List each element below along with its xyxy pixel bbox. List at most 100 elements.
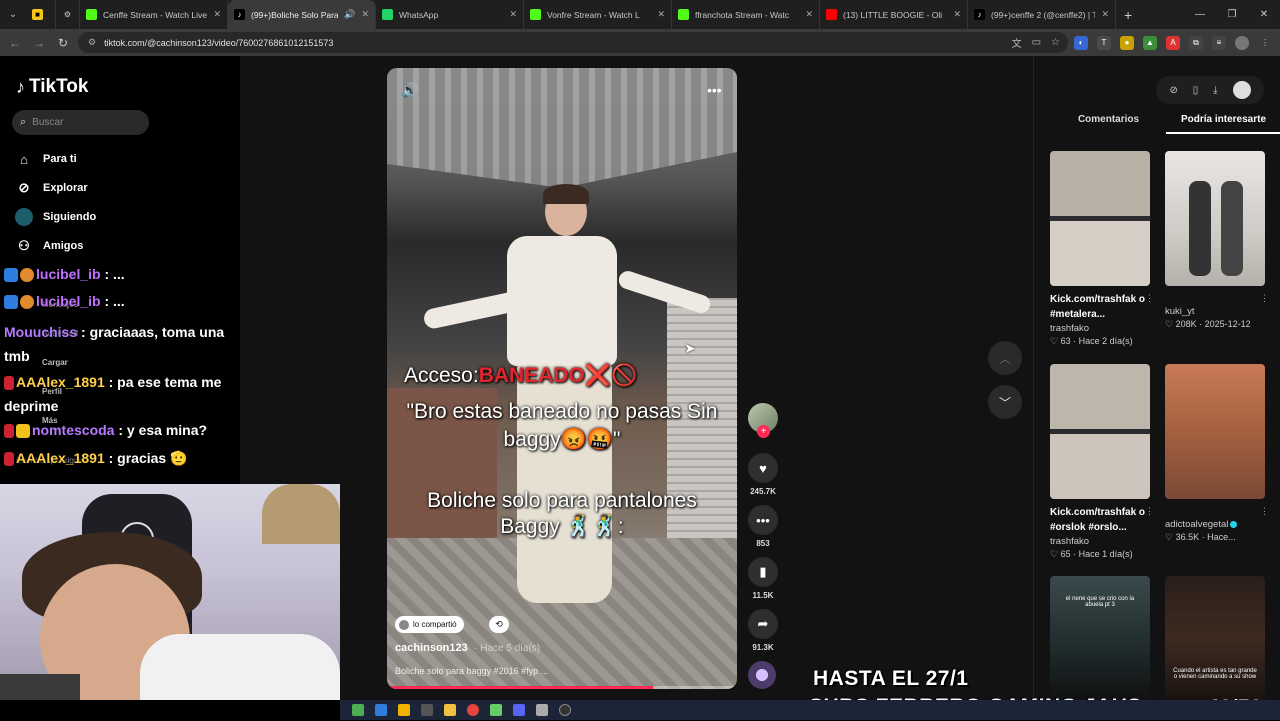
- pinned-tab-2[interactable]: ⚙: [56, 0, 80, 29]
- close-tab-icon[interactable]: ✕: [213, 9, 221, 20]
- tab-podria-interesarte[interactable]: Podría interesarte: [1166, 114, 1280, 134]
- tab-5[interactable]: (13) LITTLE BOOGIE - Oli ✕: [820, 0, 968, 29]
- video-card[interactable]: kuki_yt ⋮ ♡ 208K · 2025-12-12: [1165, 151, 1269, 330]
- save-button[interactable]: ▮ 11.5K: [745, 557, 781, 600]
- tab-0[interactable]: Cenffe Stream - Watch Live o ✕: [80, 0, 228, 29]
- bookmark-star-icon[interactable]: ☆: [1051, 37, 1060, 48]
- like-button[interactable]: ♥ 245.7K: [745, 453, 781, 496]
- card-more-icon[interactable]: ⋮: [1145, 293, 1154, 304]
- repost-icon[interactable]: ⟲: [489, 616, 509, 633]
- music-disc-icon[interactable]: [748, 661, 776, 689]
- close-tab-icon[interactable]: ✕: [509, 9, 517, 20]
- previous-video-icon[interactable]: ︿: [988, 341, 1022, 375]
- sidebar-item-para-ti[interactable]: ⌂ Para ti: [15, 150, 77, 168]
- sidebar-item-explorar[interactable]: ⊘ Explorar: [15, 179, 88, 197]
- forward-icon[interactable]: →: [27, 36, 51, 50]
- video-progress-bar[interactable]: [387, 686, 737, 689]
- tab-3[interactable]: Vonfre Stream - Watch L ✕: [524, 0, 672, 29]
- maximize-icon[interactable]: ❐: [1216, 9, 1248, 20]
- extension-icon[interactable]: ◐: [1074, 35, 1088, 50]
- volume-icon[interactable]: 🔊: [401, 82, 418, 99]
- follow-plus-icon[interactable]: +: [757, 425, 770, 438]
- media-icon[interactable]: ≡: [1212, 35, 1226, 50]
- device-icon[interactable]: ▯: [1193, 85, 1199, 96]
- download-icon[interactable]: ⤓: [1213, 85, 1217, 96]
- video-thumbnail[interactable]: [1050, 364, 1150, 499]
- video-thumbnail[interactable]: [1165, 364, 1265, 499]
- card-author[interactable]: adictoalvegetal: [1165, 519, 1228, 530]
- video-author[interactable]: cachinson123: [395, 642, 468, 654]
- author-avatar[interactable]: +: [748, 403, 778, 438]
- close-tab-icon[interactable]: ✕: [361, 9, 369, 20]
- card-author[interactable]: kuki_yt: [1165, 306, 1265, 317]
- video-card[interactable]: Cuando el artista es tan grande o vienen…: [1165, 576, 1265, 700]
- taskbar-app-icon[interactable]: [421, 704, 433, 716]
- extension-icon[interactable]: ▲: [1143, 35, 1157, 50]
- taskbar-app-icon[interactable]: [536, 704, 548, 716]
- compass-icon[interactable]: ⊘: [1169, 85, 1177, 96]
- card-more-icon[interactable]: ⋮: [1145, 506, 1154, 517]
- card-more-icon[interactable]: ⋮: [1260, 293, 1269, 304]
- close-tab-icon[interactable]: ✕: [1101, 9, 1109, 20]
- new-tab-button[interactable]: +: [1124, 7, 1132, 23]
- taskbar-app-icon[interactable]: [490, 704, 502, 716]
- share-button[interactable]: ➦ 91.3K: [745, 609, 781, 652]
- tab-4[interactable]: ffranchota Stream - Watc ✕: [672, 0, 820, 29]
- card-author-row[interactable]: adictoalvegetal: [1165, 519, 1265, 530]
- pinned-tab[interactable]: ■: [26, 0, 56, 29]
- search-input[interactable]: [32, 117, 133, 128]
- taskbar-app-icon[interactable]: [375, 704, 387, 716]
- taskbar-app-icon[interactable]: [352, 704, 364, 716]
- video-card[interactable]: Kick.com/trashfak o #metalera... ⋮ trash…: [1050, 151, 1154, 347]
- shared-by-chip[interactable]: lo compartió: [395, 616, 464, 633]
- site-info-icon[interactable]: ⚙: [88, 37, 96, 48]
- video-player[interactable]: 🔊 ••• Acceso:BANEADO❌🚫 "Bro estas banead…: [387, 68, 737, 689]
- close-tab-icon[interactable]: ✕: [805, 9, 813, 20]
- video-card[interactable]: el nene que se crio con la abuela pt 3: [1050, 576, 1150, 700]
- more-options-icon[interactable]: •••: [707, 82, 722, 98]
- tab-6[interactable]: ♪ (99+)cenffe 2 (@cenffe2) | Ti ✕: [968, 0, 1116, 29]
- video-thumbnail[interactable]: el nene que se crio con la abuela pt 3: [1050, 576, 1150, 700]
- audio-icon[interactable]: 🔊: [344, 9, 355, 20]
- user-avatar[interactable]: [1232, 81, 1251, 99]
- cast-icon[interactable]: ▭: [1032, 37, 1041, 48]
- card-title[interactable]: Kick.com/trashfak o #orslok #orslo...: [1050, 505, 1150, 535]
- card-author[interactable]: trashfako: [1050, 323, 1150, 334]
- search-box[interactable]: ⌕: [12, 110, 149, 135]
- sidebar-item-siguiendo[interactable]: Siguiendo: [15, 208, 96, 226]
- discord-icon[interactable]: [513, 704, 525, 716]
- tiktok-logo[interactable]: ♪ TikTok: [16, 76, 88, 98]
- adblock-icon[interactable]: A: [1166, 35, 1180, 50]
- tab-search-button[interactable]: ⌄: [0, 0, 26, 29]
- minimize-icon[interactable]: —: [1184, 9, 1216, 20]
- video-description[interactable]: Boliche solo para baggy #2016 #fyp ...: [395, 666, 548, 676]
- video-card[interactable]: Kick.com/trashfak o #orslok #orslo... ⋮ …: [1050, 364, 1154, 560]
- tab-1[interactable]: ♪ (99+)Boliche Solo Para Pa 🔊 ✕: [228, 0, 376, 29]
- extension-icon[interactable]: T: [1097, 35, 1111, 50]
- video-thumbnail[interactable]: [1050, 151, 1150, 286]
- taskbar-app-icon[interactable]: [398, 704, 410, 716]
- close-window-icon[interactable]: ✕: [1248, 9, 1280, 20]
- sidebar-item-amigos[interactable]: ⚇ Amigos: [15, 237, 83, 255]
- reload-icon[interactable]: ↻: [51, 36, 75, 50]
- close-tab-icon[interactable]: ✕: [657, 9, 665, 20]
- profile-avatar[interactable]: [1235, 35, 1249, 50]
- comment-button[interactable]: ••• 853: [745, 505, 781, 548]
- back-icon[interactable]: ←: [3, 36, 27, 50]
- card-more-icon[interactable]: ⋮: [1260, 506, 1269, 517]
- extension-icon[interactable]: ●: [1120, 35, 1134, 50]
- tab-comentarios[interactable]: Comentarios: [1051, 114, 1166, 134]
- file-explorer-icon[interactable]: [444, 704, 456, 716]
- url-field[interactable]: ⚙ tiktok.com/@cachinson123/video/7600276…: [78, 32, 1068, 53]
- card-author[interactable]: trashfako: [1050, 536, 1150, 547]
- tab-2[interactable]: WhatsApp ✕: [376, 0, 524, 29]
- video-thumbnail[interactable]: Cuando el artista es tan grande o vienen…: [1165, 576, 1265, 700]
- video-thumbnail[interactable]: [1165, 151, 1265, 286]
- extensions-puzzle-icon[interactable]: ⧉: [1189, 35, 1203, 50]
- close-tab-icon[interactable]: ✕: [953, 9, 961, 20]
- card-title[interactable]: Kick.com/trashfak o #metalera...: [1050, 292, 1150, 322]
- chrome-icon[interactable]: [467, 704, 479, 716]
- menu-kebab-icon[interactable]: ⋮: [1258, 36, 1272, 50]
- video-card[interactable]: adictoalvegetal ⋮ ♡ 36.5K · Hace...: [1165, 364, 1269, 543]
- obs-icon[interactable]: [559, 704, 571, 716]
